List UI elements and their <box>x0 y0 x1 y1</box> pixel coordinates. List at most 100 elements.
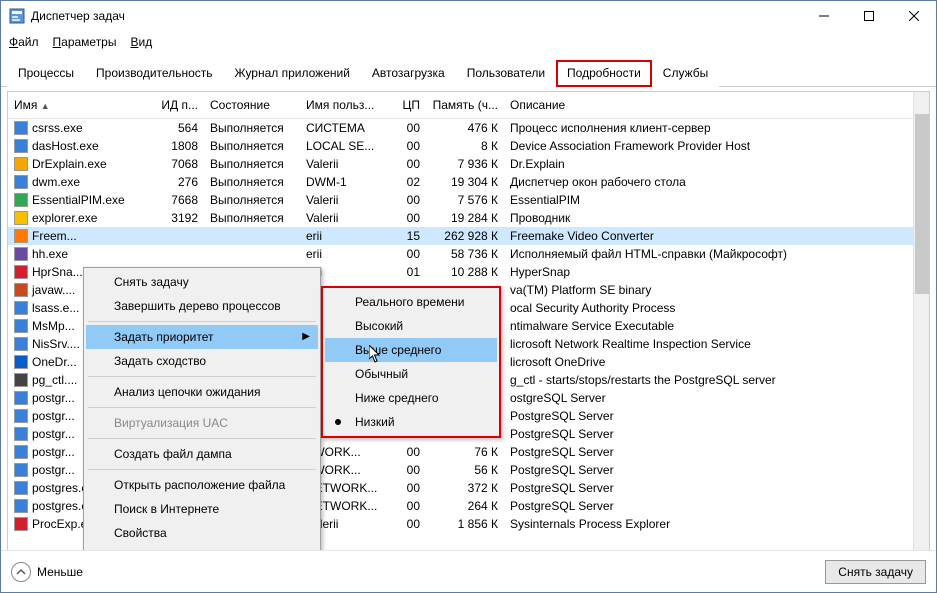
cell-desc: PostgreSQL Server <box>504 425 913 443</box>
close-button[interactable] <box>891 2 936 31</box>
end-task-button[interactable]: Снять задачу <box>825 560 926 584</box>
cell-cpu: 02 <box>390 173 426 191</box>
process-name: dasHost.exe <box>32 139 99 153</box>
process-name: HprSna... <box>32 265 83 279</box>
table-row[interactable]: dwm.exe276ВыполняетсяDWM-10219 304 КДисп… <box>8 173 913 191</box>
maximize-button[interactable] <box>846 2 891 31</box>
process-icon <box>14 247 28 261</box>
cell-desc: PostgreSQL Server <box>504 443 913 461</box>
col-name[interactable]: Имя ▲ <box>8 92 148 119</box>
col-user[interactable]: Имя польз... <box>300 92 390 119</box>
process-icon <box>14 139 28 153</box>
menu-item[interactable]: Поиск в Интернете <box>86 497 318 521</box>
chevron-up-icon <box>11 562 31 582</box>
cell-cpu: 00 <box>390 209 426 227</box>
col-mem[interactable]: Память (ч... <box>426 92 504 119</box>
cell-user: Valerii <box>300 155 390 173</box>
tab-details[interactable]: Подробности <box>556 60 652 87</box>
menu-item: Виртуализация UAC <box>86 411 318 435</box>
radio-dot-icon <box>335 419 341 425</box>
scroll-thumb[interactable] <box>915 114 929 294</box>
cell-user: erii <box>300 227 390 245</box>
cell-pid: 564 <box>148 119 204 138</box>
menu-item[interactable]: Задать сходство <box>86 349 318 373</box>
cell-state: Выполняется <box>204 155 300 173</box>
menu-item[interactable]: Ниже среднего <box>325 386 497 410</box>
col-pid[interactable]: ИД п... <box>148 92 204 119</box>
cell-desc: ostgreSQL Server <box>504 389 913 407</box>
tab-startup[interactable]: Автозагрузка <box>361 60 456 87</box>
process-icon <box>14 283 28 297</box>
cell-mem: 8 К <box>426 137 504 155</box>
menu-separator <box>88 407 316 408</box>
cell-cpu: 00 <box>390 515 426 533</box>
col-state[interactable]: Состояние <box>204 92 300 119</box>
menu-item[interactable]: Создать файл дампа <box>86 442 318 466</box>
menu-item[interactable]: Завершить дерево процессов <box>86 294 318 318</box>
menu-separator <box>88 469 316 470</box>
process-icon <box>14 427 28 441</box>
table-row[interactable]: DrExplain.exe7068ВыполняетсяValerii007 9… <box>8 155 913 173</box>
process-name: csrss.exe <box>32 121 83 135</box>
menu-item[interactable]: Реального времени <box>325 290 497 314</box>
col-cpu[interactable]: ЦП <box>390 92 426 119</box>
cell-cpu: 00 <box>390 119 426 138</box>
menu-item[interactable]: Снять задачу <box>86 270 318 294</box>
cell-cpu: 00 <box>390 155 426 173</box>
cell-cpu: 00 <box>390 191 426 209</box>
process-name: postgr... <box>32 391 75 405</box>
table-row[interactable]: dasHost.exe1808ВыполняетсяLOCAL SE...008… <box>8 137 913 155</box>
process-name: hh.exe <box>32 247 68 261</box>
cell-user: erii <box>300 245 390 263</box>
tab-performance[interactable]: Производительность <box>85 60 223 87</box>
tab-users[interactable]: Пользователи <box>456 60 556 87</box>
menu-item[interactable]: Анализ цепочки ожидания <box>86 380 318 404</box>
cell-mem: 1 856 К <box>426 515 504 533</box>
cell-cpu: 00 <box>390 443 426 461</box>
menu-item[interactable]: Обычный <box>325 362 497 386</box>
cell-mem: 262 928 К <box>426 227 504 245</box>
menu-file[interactable]: Файл <box>9 35 39 49</box>
tab-apphistory[interactable]: Журнал приложений <box>224 60 361 87</box>
col-desc[interactable]: Описание <box>504 92 913 119</box>
cell-user: LOCAL SE... <box>300 137 390 155</box>
cell-mem: 76 К <box>426 443 504 461</box>
cell-user: СИСТЕМА <box>300 119 390 138</box>
menu-view[interactable]: Вид <box>130 35 152 49</box>
menu-options[interactable]: Параметры <box>53 35 117 49</box>
menu-item[interactable]: Открыть расположение файла <box>86 473 318 497</box>
fewer-details-button[interactable]: Меньше <box>11 562 83 582</box>
table-row[interactable]: hh.exeerii0058 736 КИсполняемый файл HTM… <box>8 245 913 263</box>
tab-services[interactable]: Службы <box>652 60 719 87</box>
menu-item[interactable]: Свойства <box>86 521 318 545</box>
process-icon <box>14 499 28 513</box>
table-row[interactable]: Freem...erii15262 928 КFreemake Video Co… <box>8 227 913 245</box>
process-icon <box>14 301 28 315</box>
cell-mem: 56 К <box>426 461 504 479</box>
menu-item[interactable]: Задать приоритет▶ <box>86 325 318 349</box>
table-row[interactable]: EssentialPIM.exe7668ВыполняетсяValerii00… <box>8 191 913 209</box>
process-icon <box>14 445 28 459</box>
process-icon <box>14 157 28 171</box>
table-row[interactable]: csrss.exe564ВыполняетсяСИСТЕМА00476 КПро… <box>8 119 913 138</box>
table-row[interactable]: explorer.exe3192ВыполняетсяValerii0019 2… <box>8 209 913 227</box>
cell-mem: 7 936 К <box>426 155 504 173</box>
process-name: explorer.exe <box>32 211 97 225</box>
process-icon <box>14 121 28 135</box>
process-name: postgr... <box>32 463 75 477</box>
process-icon <box>14 463 28 477</box>
menu-separator <box>88 376 316 377</box>
menu-item[interactable]: Высокий <box>325 314 497 338</box>
menu-item[interactable]: Выше среднего <box>325 338 497 362</box>
cell-cpu: 15 <box>390 227 426 245</box>
minimize-button[interactable] <box>801 2 846 31</box>
menu-item[interactable]: Низкий <box>325 410 497 434</box>
cell-mem: 58 736 К <box>426 245 504 263</box>
window-title: Диспетчер задач <box>31 9 801 23</box>
process-name: NisSrv.... <box>32 337 80 351</box>
cell-user: DWM-1 <box>300 173 390 191</box>
cell-state: Выполняется <box>204 137 300 155</box>
vertical-scrollbar[interactable] <box>913 92 929 576</box>
tab-processes[interactable]: Процессы <box>7 60 85 87</box>
cell-desc: PostgreSQL Server <box>504 479 913 497</box>
